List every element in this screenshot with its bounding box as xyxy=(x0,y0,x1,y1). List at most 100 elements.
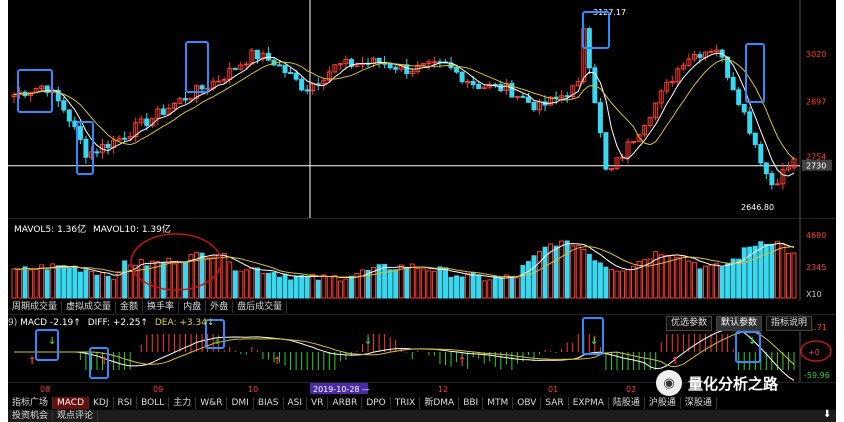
bottom-tab-1[interactable]: 观点评论 xyxy=(53,410,99,422)
candle-body xyxy=(160,108,166,115)
candle-body xyxy=(553,96,559,99)
candle-body xyxy=(736,89,742,105)
indicator-tab-8[interactable]: BIAS xyxy=(254,396,284,409)
candle-body xyxy=(520,95,526,98)
bottom-tabs: 投资机会 观点评论 xyxy=(8,410,836,422)
candle-body xyxy=(476,84,482,89)
indicator-tab-9[interactable]: ASI xyxy=(284,396,308,409)
candlestick-panel[interactable]: 30202897275427303127.172646.80 xyxy=(8,0,836,218)
indicator-tab-2[interactable]: KDJ xyxy=(89,396,114,409)
volume-bar xyxy=(575,244,581,299)
vol-tab-0[interactable]: 周期成交量 xyxy=(8,300,63,313)
watermark: ◉ 量化分析之路 xyxy=(656,370,778,396)
volume-bar xyxy=(221,253,227,299)
candle-body xyxy=(769,173,775,186)
cursor-date-label: 2019-10-28 — xyxy=(313,385,370,394)
vol-tab-2[interactable]: 金额 xyxy=(116,300,144,313)
candle-body xyxy=(393,67,399,70)
bottom-tab-0[interactable]: 投资机会 xyxy=(8,410,54,422)
volume-bar xyxy=(514,277,520,299)
volume-bar xyxy=(625,268,631,299)
volume-bar xyxy=(22,266,28,299)
candle-body xyxy=(404,64,410,75)
candle-body xyxy=(254,49,260,60)
indicator-tab-4[interactable]: BOLL xyxy=(137,396,170,409)
indicator-tab-14[interactable]: 新DMA xyxy=(420,396,460,409)
candle-body xyxy=(564,95,570,98)
volume-bar xyxy=(243,269,249,299)
indicator-tab-7[interactable]: DMI xyxy=(227,396,254,409)
volume-bar xyxy=(758,241,764,299)
indicator-tab-21[interactable]: 沪股通 xyxy=(645,396,681,409)
volume-bar xyxy=(304,275,310,299)
candle-body xyxy=(697,54,703,58)
volume-bar xyxy=(216,254,222,299)
volume-bar xyxy=(431,270,437,299)
volume-bar xyxy=(83,269,89,299)
indicator-tab-19[interactable]: EXPMA xyxy=(569,396,609,409)
candle-body xyxy=(77,126,83,140)
candle-body xyxy=(531,101,537,111)
macd-value: -2.19↑ xyxy=(49,318,81,328)
vol-tab-1[interactable]: 虚拟成交量 xyxy=(62,300,117,313)
candle-body xyxy=(122,137,128,140)
volume-bar xyxy=(702,265,708,299)
indicator-tab-22[interactable]: 深股通 xyxy=(681,396,717,409)
volume-bar xyxy=(570,245,576,299)
volume-bar xyxy=(520,264,526,299)
candle-body xyxy=(669,81,675,84)
candle-body xyxy=(631,140,637,143)
indicator-tab-13[interactable]: TRIX xyxy=(391,396,421,409)
indicator-tab-10[interactable]: VR xyxy=(307,396,329,409)
volume-bar xyxy=(415,268,421,299)
volume-bar xyxy=(61,265,67,299)
indicator-tab-6[interactable]: W&R xyxy=(196,396,228,409)
candle-body xyxy=(454,67,460,73)
indicator-tab-0[interactable]: 指标广场 xyxy=(8,396,54,409)
volume-bar xyxy=(730,258,736,299)
volume-bar xyxy=(177,261,183,299)
volume-bar xyxy=(105,275,111,299)
candle-body xyxy=(514,95,520,98)
default-params-button[interactable]: 默认参数 xyxy=(716,316,763,331)
volume-bar xyxy=(72,265,78,299)
candle-body xyxy=(182,98,188,101)
volume-bar xyxy=(442,267,448,299)
candle-body xyxy=(83,138,89,158)
volume-bar xyxy=(44,269,50,299)
vol-tab-3[interactable]: 换手率 xyxy=(143,300,180,313)
indicator-tab-17[interactable]: OBV xyxy=(513,396,542,409)
volume-bar xyxy=(686,260,692,299)
vol-tab-4[interactable]: 内盘 xyxy=(179,300,207,313)
volume-bar xyxy=(77,271,83,299)
volume-bar xyxy=(265,272,271,299)
indicator-tab-5[interactable]: 主力 xyxy=(169,396,197,409)
volume-bar xyxy=(780,244,786,299)
download-arrow-icon[interactable]: ⬇ xyxy=(823,409,831,420)
optimal-params-button[interactable]: 优选参数 xyxy=(666,316,713,331)
volume-bar xyxy=(111,279,117,299)
dea-label: DEA: xyxy=(154,318,177,328)
volume-bar xyxy=(459,276,465,299)
indicator-tab-20[interactable]: 陆股通 xyxy=(609,396,645,409)
vol-tab-6[interactable]: 盘后成交量 xyxy=(233,300,288,313)
indicator-tab-1[interactable]: MACD xyxy=(53,396,89,409)
indicator-tab-3[interactable]: RSI xyxy=(114,396,138,409)
candle-body xyxy=(199,85,205,90)
indicator-tab-12[interactable]: DPO xyxy=(362,396,391,409)
volume-bar xyxy=(337,280,343,299)
indicator-help-button[interactable]: 指标说明 xyxy=(766,316,813,331)
vol-tab-5[interactable]: 外盘 xyxy=(206,300,234,313)
volume-bar xyxy=(669,254,675,299)
volume-bar xyxy=(149,260,155,299)
volume-bar xyxy=(492,276,498,299)
candle-body xyxy=(61,100,67,111)
indicator-tab-15[interactable]: BBI xyxy=(459,396,484,409)
volume-bar xyxy=(465,272,471,299)
indicator-tab-18[interactable]: SAR xyxy=(541,396,569,409)
indicator-tab-16[interactable]: MTM xyxy=(483,396,514,409)
indicator-tab-11[interactable]: ARBR xyxy=(328,396,363,409)
volume-bar xyxy=(531,255,537,299)
volume-bar xyxy=(691,261,697,299)
diff-value: +2.25↑ xyxy=(112,318,148,328)
